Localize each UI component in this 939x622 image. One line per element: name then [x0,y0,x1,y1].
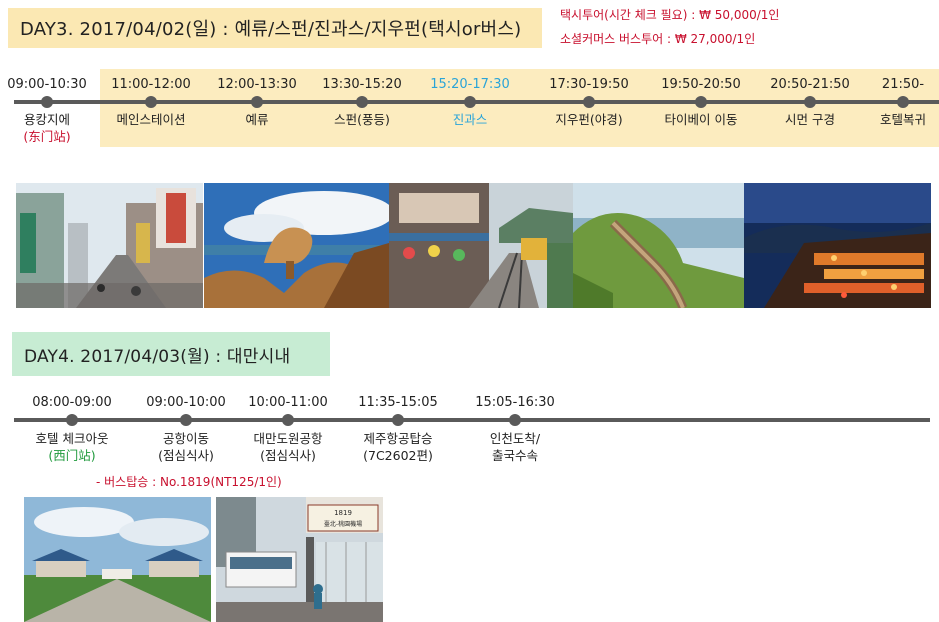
stop-time: 09:00-10:30 [7,77,87,92]
day4-timeline-line [14,418,930,422]
timeline-dot [897,96,909,108]
stop-label: 호텔 체크아웃 (西门站) [35,431,109,463]
stop-time: 21:50- [881,77,925,92]
bus-sign-text: 臺北-桃園機場 [324,520,362,528]
stop-time: 09:00-10:00 [146,395,226,410]
bus-boarding-note: - 버스탑승 : No.1819(NT125/1인) [96,475,282,489]
timeline-dot [804,96,816,108]
stop-label: 지우펀(야경) [555,112,623,127]
bus-sign-number: 1819 [334,509,352,517]
subway-station: (西门站) [48,448,96,463]
timeline-dot [66,414,78,426]
stop-label: 예류 [245,112,269,127]
timeline-dot [464,96,476,108]
timeline-dot [356,96,368,108]
taxi-tour-price: 택시투어(시간 체크 필요) : ₩ 50,000/1인 [560,8,780,22]
photo-shifen [389,183,573,308]
photo-yehliu [204,183,389,308]
stop-time: 10:00-11:00 [248,395,328,410]
timeline-dot [509,414,521,426]
stop-label: 메인스테이션 [116,112,186,127]
stop-label: 진과스 [452,112,488,127]
photo-jinguashi [573,183,744,308]
photo-bus-stop: 1819 臺北-桃園機場 [216,497,383,622]
timeline-dot [145,96,157,108]
stop-label: 제주항공탑승 (7C2602편) [363,431,433,463]
stop-time: 15:05-16:30 [475,395,555,410]
stop-label: 스펀(풍등) [334,112,390,127]
stop-label: 타이베이 이동 [664,112,738,127]
timeline-dot [180,414,192,426]
stop-time: 11:35-15:05 [358,395,438,410]
stop-time: 11:00-12:00 [111,77,191,92]
subway-station: (东门站) [23,129,71,144]
stop-time: 13:30-15:20 [322,77,402,92]
photo-chiang-kai-shek-memorial [24,497,211,622]
timeline-dot [41,96,53,108]
stop-label: 용캉지에 (东门站) [23,112,71,144]
timeline-dot [251,96,263,108]
day4-title: DAY4. 2017/04/03(월) : 대만시내 [12,332,330,376]
timeline-dot [695,96,707,108]
stop-time: 19:50-20:50 [661,77,741,92]
bus-tour-price: 소셜커머스 버스투어 : ₩ 27,000/1인 [560,32,756,46]
stop-time: 15:20-17:30 [430,77,510,92]
stop-time: 12:00-13:30 [217,77,297,92]
stop-label: 호텔복귀 [879,112,927,127]
stop-label: 공항이동 (점심식사) [158,431,214,463]
day3-title: DAY3. 2017/04/02(일) : 예류/스펀/진과스/지우펀(택시or… [8,8,542,48]
timeline-dot [392,414,404,426]
photo-jiufen [744,183,931,308]
timeline-dot [583,96,595,108]
stop-time: 17:30-19:50 [549,77,629,92]
stop-label: 시먼 구경 [785,112,835,127]
stop-label: 대만도원공항 (점심식사) [253,431,323,463]
photo-yongkang-street [16,183,203,308]
timeline-dot [282,414,294,426]
stop-time: 20:50-21:50 [770,77,850,92]
stop-label: 인천도착/출국수속 [489,431,541,463]
stop-time: 08:00-09:00 [32,395,112,410]
